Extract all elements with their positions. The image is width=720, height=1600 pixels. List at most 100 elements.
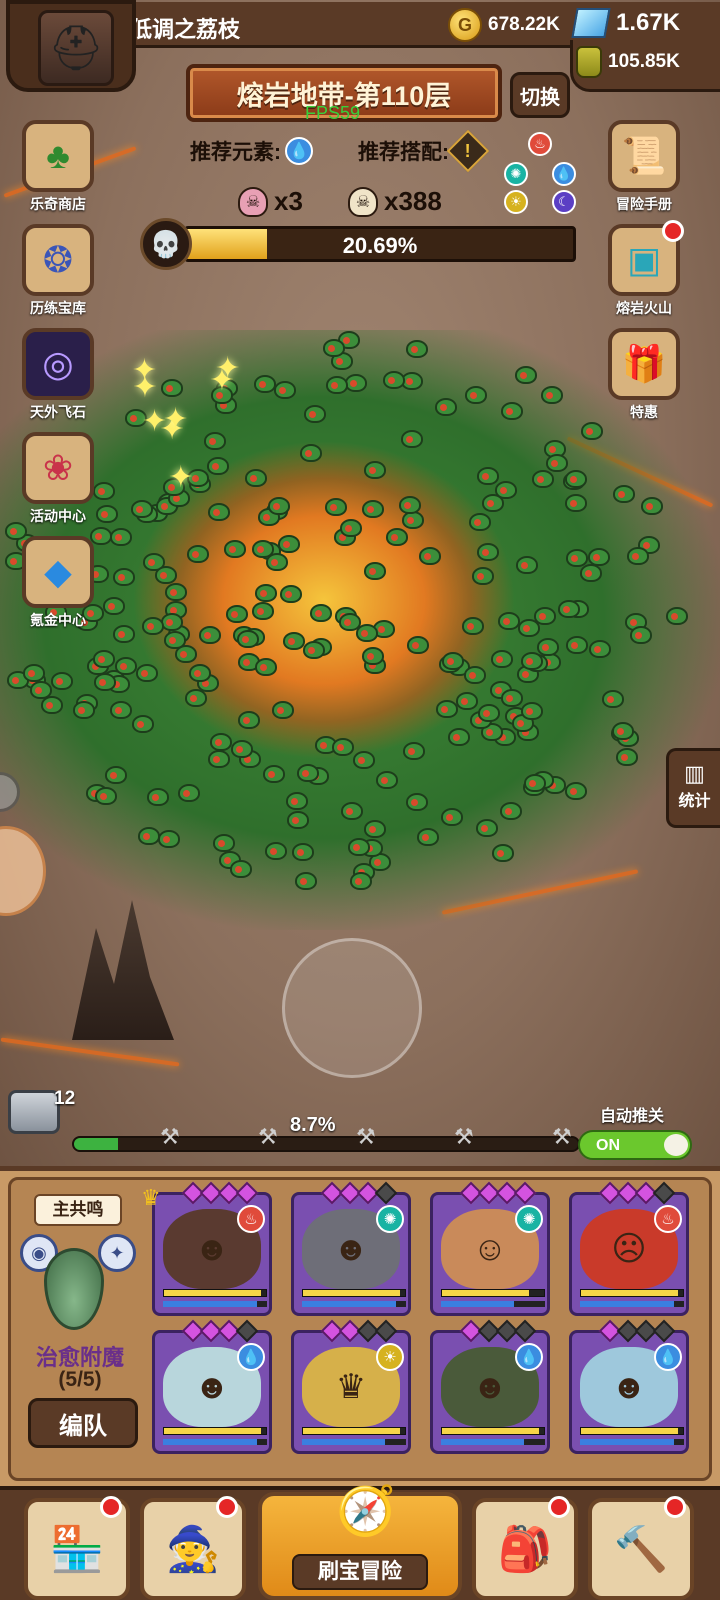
green-bug-monster — [339, 519, 362, 538]
knight-helmet-avatar[interactable]: ⛑ — [38, 10, 114, 86]
hero-hp-bar — [163, 1427, 267, 1435]
hero-hp-bar — [302, 1289, 406, 1297]
hero-nav-button[interactable]: 🧙 — [140, 1496, 246, 1600]
notification-dot — [664, 1496, 686, 1518]
special-offer-button[interactable]: 🎁 特惠 — [598, 328, 690, 422]
green-bug-monster — [500, 402, 523, 421]
training-vault-label: 历练宝库 — [30, 300, 86, 316]
player-name: 低调之荔枝 — [130, 17, 241, 42]
wind-element-icon: ✺ — [376, 1205, 404, 1233]
star-gem-icon — [374, 1319, 398, 1343]
green-bug-monster — [464, 385, 487, 404]
green-bug-monster — [322, 339, 345, 358]
green-bug-monster — [352, 751, 375, 770]
green-bug-monster — [160, 613, 183, 632]
green-bug-monster — [564, 782, 587, 801]
event-center-button[interactable]: ❀ 活动中心 — [12, 432, 104, 526]
green-bug-monster — [348, 837, 371, 856]
green-bug-monster — [516, 555, 539, 574]
hero-card[interactable]: ♛ ☀ — [291, 1319, 411, 1454]
green-bug-monster — [531, 469, 554, 488]
lava-volcano-button[interactable]: ▣ 熔岩火山 — [598, 220, 690, 318]
hero-card[interactable]: ☺ ✺ — [430, 1181, 550, 1316]
toggle-knob — [664, 1134, 688, 1156]
green-bug-monster — [540, 385, 563, 404]
green-bug-monster — [51, 672, 74, 691]
green-bug-monster — [23, 664, 46, 683]
clover-icon: ♣ — [22, 120, 94, 192]
green-bug-monster — [142, 616, 165, 635]
hero-card[interactable]: ☻ ✺ — [291, 1181, 411, 1316]
green-bug-monster — [462, 616, 485, 635]
reward-chest[interactable]: 12 — [8, 1088, 78, 1150]
diamond-icon — [571, 8, 611, 38]
green-bug-monster — [297, 764, 320, 783]
green-bug-monster — [103, 597, 126, 616]
shop-stall-icon: 🏪 — [49, 1525, 105, 1574]
green-bug-monster — [278, 535, 301, 554]
green-bug-monster — [286, 792, 309, 811]
green-bug-monster — [109, 700, 132, 719]
green-bug-monster — [629, 626, 652, 645]
shop-nav-button[interactable]: 🏪 — [24, 1496, 130, 1600]
potion-resource: 105.85K — [576, 46, 680, 78]
green-bug-monster — [601, 689, 624, 708]
treasure-adventure-nav-button[interactable]: 🧭 刷宝冒险 — [258, 1485, 462, 1600]
green-bug-monster — [210, 732, 233, 751]
green-bug-monster — [497, 611, 520, 630]
hammer-icon: 🔨 — [613, 1525, 669, 1574]
portal-icon: ◎ — [22, 328, 94, 400]
fire-element-icon: ♨ — [528, 132, 552, 156]
wind-element-icon: ✺ — [504, 162, 528, 186]
statistics-button[interactable]: ▥ 统计 — [666, 748, 720, 828]
green-bug-monster — [295, 872, 318, 891]
switch-level-button[interactable]: 切换 — [510, 72, 570, 118]
green-bug-monster — [361, 499, 384, 518]
virtual-joystick[interactable] — [282, 938, 422, 1078]
auto-advance-toggle[interactable]: ON — [578, 1130, 692, 1160]
recharge-center-button[interactable]: ◆ 氪金中心 — [12, 536, 104, 630]
hero-card[interactable]: ☻ 💧 — [152, 1319, 272, 1454]
green-bug-monster — [223, 540, 246, 559]
backpack-nav-button[interactable]: 🎒 — [472, 1496, 578, 1600]
lucky-shop-button[interactable]: ♣ 乐奇商店 — [12, 120, 104, 214]
fire-element-icon: ♨ — [237, 1205, 265, 1233]
green-bug-monster — [500, 688, 523, 707]
monster-count-value: x388 — [384, 186, 442, 216]
training-vault-button[interactable]: ❂ 历练宝库 — [12, 224, 104, 318]
green-bug-monster — [212, 833, 235, 852]
forge-nav-button[interactable]: 🔨 — [588, 1496, 694, 1600]
light-element-icon: ☀ — [504, 190, 528, 214]
green-bug-monster — [476, 818, 499, 837]
hero-energy-bar — [441, 1301, 545, 1307]
warning-icon[interactable]: ! — [446, 129, 490, 173]
green-bug-monster — [237, 711, 260, 730]
adventure-manual-button[interactable]: 📜 冒险手册 — [598, 120, 690, 214]
avatar-frame[interactable]: ⛑ — [6, 0, 136, 92]
hero-card[interactable]: ☻ 💧 — [569, 1319, 689, 1454]
formation-button[interactable]: 编队 — [28, 1398, 138, 1448]
silver-chest-icon — [8, 1090, 60, 1134]
pink-skull-icon: ☠ — [238, 186, 268, 217]
green-bug-monster — [558, 600, 581, 619]
special-offer-label: 特惠 — [630, 404, 658, 420]
rec-element-label: 推荐元素: — [190, 141, 281, 164]
green-bug-monster — [262, 764, 285, 783]
green-bug-monster — [447, 728, 470, 747]
green-bug-monster — [376, 771, 399, 790]
hero-star-rating — [459, 1319, 537, 1343]
axe-milestone-icon: ⚒ — [258, 1124, 278, 1149]
slash-rune-icon[interactable]: ✦ — [98, 1234, 136, 1272]
meteor-stone-button[interactable]: ◎ 天外飞石 — [12, 328, 104, 422]
green-bug-monster — [521, 652, 544, 671]
hero-energy-bar — [163, 1439, 267, 1445]
green-bug-monster — [477, 466, 500, 485]
green-bug-monster — [491, 649, 514, 668]
green-bug-monster — [231, 740, 254, 759]
hero-card[interactable]: ☻ ♨ ♛ — [141, 1181, 272, 1316]
green-bug-monster — [236, 629, 259, 648]
green-bug-monster — [252, 602, 275, 621]
lucky-shop-label: 乐奇商店 — [30, 196, 86, 212]
hero-card[interactable]: ☻ 💧 — [430, 1319, 550, 1454]
hero-card[interactable]: ☹ ♨ — [569, 1181, 689, 1316]
